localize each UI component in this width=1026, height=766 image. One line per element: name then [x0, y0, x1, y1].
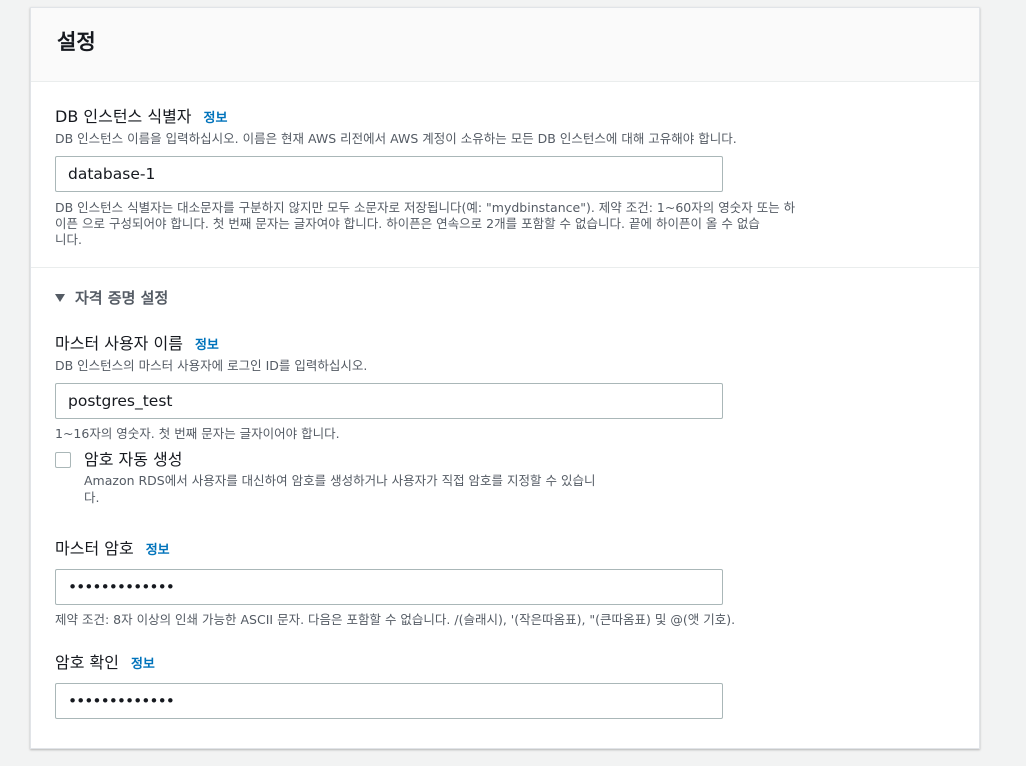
auto-generate-description-line1: Amazon RDS에서 사용자를 대신하여 암호를 생성하거나 사용자가 직접… [84, 473, 596, 488]
db-identifier-label: DB 인스턴스 식별자 [55, 107, 192, 126]
credentials-section-label: 자격 증명 설정 [75, 289, 169, 307]
settings-panel: 설정 DB 인스턴스 식별자 정보 DB 인스턴스 이름을 입력하십시오. 이름… [30, 7, 980, 749]
db-identifier-label-row: DB 인스턴스 식별자 정보 [55, 103, 955, 127]
master-username-input[interactable] [55, 383, 723, 419]
db-identifier-input[interactable] [55, 156, 723, 192]
db-identifier-constraint-line3: 니다. [55, 232, 82, 247]
auto-generate-password-text: 암호 자동 생성 Amazon RDS에서 사용자를 대신하여 암호를 생성하거… [84, 450, 724, 506]
master-password-label-row: 마스터 암호 정보 [55, 535, 955, 559]
db-identifier-constraint-line2: 이픈 으로 구성되어야 합니다. 첫 번째 문자는 글자여야 합니다. 하이픈은… [55, 216, 760, 231]
panel-header: 설정 [31, 8, 979, 82]
auto-generate-password-description: Amazon RDS에서 사용자를 대신하여 암호를 생성하거나 사용자가 직접… [84, 472, 724, 506]
master-password-info-link[interactable]: 정보 [146, 539, 170, 558]
confirm-password-label-row: 암호 확인 정보 [55, 649, 955, 673]
db-identifier-constraint: DB 인스턴스 식별자는 대소문자를 구분하지 않지만 모두 소문자로 저장됩니… [55, 200, 955, 248]
credentials-expander[interactable]: 자격 증명 설정 [55, 287, 955, 308]
master-username-label-row: 마스터 사용자 이름 정보 [55, 330, 955, 354]
confirm-password-input[interactable] [55, 683, 723, 719]
db-identifier-constraint-line1: DB 인스턴스 식별자는 대소문자를 구분하지 않지만 모두 소문자로 저장됩니… [55, 200, 796, 215]
panel-title: 설정 [57, 30, 96, 54]
confirm-password-label: 암호 확인 [55, 653, 119, 672]
auto-generate-password-row: 암호 자동 생성 Amazon RDS에서 사용자를 대신하여 암호를 생성하거… [55, 450, 955, 506]
master-password-input[interactable] [55, 569, 723, 605]
credentials-section: 자격 증명 설정 마스터 사용자 이름 정보 DB 인스턴스의 마스터 사용자에… [31, 268, 979, 719]
db-identifier-info-link[interactable]: 정보 [204, 107, 228, 126]
master-username-label: 마스터 사용자 이름 [55, 334, 183, 353]
auto-generate-password-checkbox[interactable] [55, 452, 71, 468]
master-password-constraint: 제약 조건: 8자 이상의 인쇄 가능한 ASCII 문자. 다음은 포함할 수… [55, 612, 736, 627]
confirm-password-info-link[interactable]: 정보 [131, 653, 155, 672]
db-identifier-section: DB 인스턴스 식별자 정보 DB 인스턴스 이름을 입력하십시오. 이름은 현… [31, 82, 979, 248]
auto-generate-description-line2: 다. [84, 490, 100, 505]
master-password-label: 마스터 암호 [55, 539, 134, 558]
db-identifier-description: DB 인스턴스 이름을 입력하십시오. 이름은 현재 AWS 리전에서 AWS … [55, 131, 737, 146]
auto-generate-password-label: 암호 자동 생성 [84, 450, 183, 469]
master-username-constraint: 1~16자의 영숫자. 첫 번째 문자는 글자이어야 합니다. [55, 426, 340, 441]
master-username-description: DB 인스턴스의 마스터 사용자에 로그인 ID를 입력하십시오. [55, 358, 368, 373]
caret-down-icon [55, 293, 65, 302]
master-username-info-link[interactable]: 정보 [195, 334, 219, 353]
